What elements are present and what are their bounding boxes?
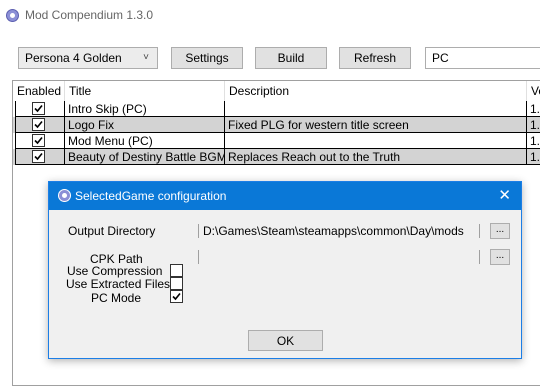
table-row[interactable]: Mod Menu (PC) 1.0 [13,133,540,149]
mod-title: Mod Menu (PC) [65,133,225,149]
mod-description [225,101,527,117]
column-header-description[interactable]: Description [225,81,527,101]
game-select[interactable]: Persona 4 Golden ˅ [18,47,158,69]
use-extracted-files-label: Use Extracted Files [66,277,171,291]
checkmark-icon [172,292,181,301]
app-logo-icon [58,189,71,202]
mod-description [225,133,527,149]
build-button[interactable]: Build [255,47,327,69]
enabled-checkbox[interactable] [32,118,45,131]
dialog-titlebar[interactable]: SelectedGame configuration ✕ [49,182,521,210]
game-select-value: Persona 4 Golden [25,51,122,65]
checkmark-icon [34,104,43,113]
mod-title: Intro Skip (PC) [65,101,225,117]
output-directory-label: Output Directory [68,224,156,238]
output-directory-browse-button[interactable]: ... [490,223,510,239]
cpk-path-field[interactable] [198,250,203,264]
column-header-enabled[interactable]: Enabled [13,81,65,101]
divider [479,224,480,238]
platform-field[interactable]: PC [425,47,540,69]
app-title: Mod Compendium 1.3.0 [25,8,154,22]
column-header-title[interactable]: Title [65,81,225,101]
use-compression-label: Use Compression [67,264,163,278]
pc-mode-checkbox[interactable] [170,290,183,303]
mod-version: 1.0 [527,117,540,133]
app-titlebar: Mod Compendium 1.3.0 [0,0,540,30]
cpk-path-browse-button[interactable]: ... [490,249,510,265]
mod-version: 1.0 [527,133,540,149]
app-logo-icon [6,9,19,22]
mod-version: 1.0 [527,149,540,165]
table-row[interactable]: Intro Skip (PC) 1.0 [13,101,540,117]
selected-game-config-dialog: SelectedGame configuration ✕ Output Dire… [48,181,522,359]
use-extracted-files-checkbox[interactable] [170,277,183,290]
settings-button[interactable]: Settings [171,47,243,69]
mod-title: Logo Fix [65,117,225,133]
mod-version: 1.0 [527,101,540,117]
checkmark-icon [34,152,43,161]
checkmark-icon [34,136,43,145]
mod-description: Fixed PLG for western title screen [225,117,527,133]
enabled-checkbox[interactable] [32,134,45,147]
column-header-version[interactable]: Ve [527,81,540,101]
use-compression-checkbox[interactable] [170,264,183,277]
enabled-checkbox[interactable] [32,150,45,163]
output-directory-field[interactable]: D:\Games\Steam\steamapps\common\Day\mods [198,224,464,238]
divider [479,250,480,264]
toolbar: Persona 4 Golden ˅ Settings Build Refres… [0,45,540,71]
mod-title: Beauty of Destiny Battle BGM [65,149,225,165]
ok-button[interactable]: OK [248,330,323,351]
checkmark-icon [34,120,43,129]
table-row[interactable]: Logo Fix Fixed PLG for western title scr… [13,117,540,133]
mod-description: Replaces Reach out to the Truth [225,149,527,165]
enabled-checkbox[interactable] [32,102,45,115]
chevron-down-icon: ˅ [143,52,149,63]
close-icon[interactable]: ✕ [498,186,511,204]
dialog-title: SelectedGame configuration [75,189,227,203]
refresh-button[interactable]: Refresh [339,47,411,69]
pc-mode-label: PC Mode [91,291,142,305]
table-row[interactable]: Beauty of Destiny Battle BGM Replaces Re… [13,149,540,165]
